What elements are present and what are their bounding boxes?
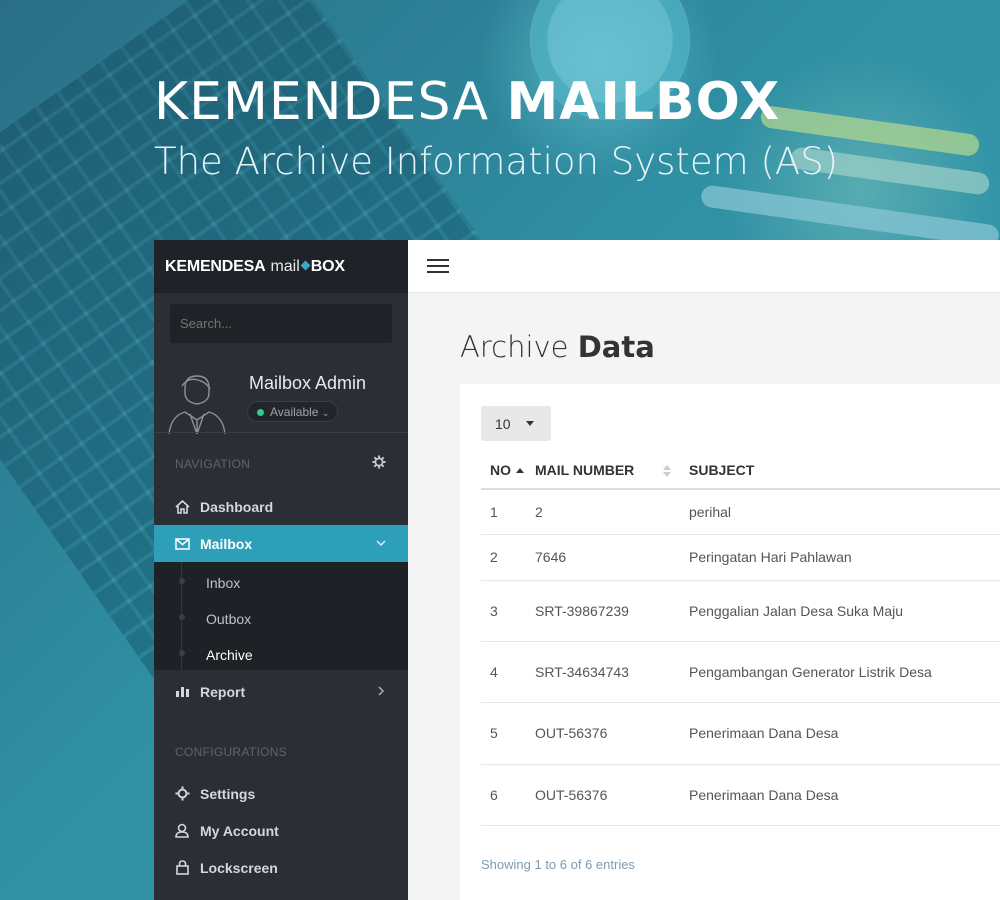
diamond-icon [300, 260, 311, 271]
section-label-navigation: NAVIGATION [175, 457, 251, 471]
cell-subject: Penggalian Jalan Desa Suka Maju [689, 580, 1000, 642]
page-title: Archive Data [460, 330, 655, 364]
sort-icon [663, 465, 671, 477]
sidebar: KEMENDESAmailBOX Mailbox Admin Available… [154, 240, 408, 900]
cell-no: 4 [481, 641, 535, 703]
cell-subject: Peringatan Hari Pahlawan [689, 534, 1000, 581]
bar-chart-icon [174, 684, 190, 700]
cell-mail-number: OUT-56376 [535, 764, 689, 826]
cell-no: 6 [481, 764, 535, 826]
chevron-down-icon: ⌄ [321, 408, 330, 418]
gear-icon [174, 786, 190, 802]
cell-subject: Penerimaan Dana Desa [689, 764, 1000, 826]
sidebar-item-mailbox[interactable]: Mailbox [154, 525, 408, 562]
main-content: Archive Data 10 NO MAIL NUMBER SUBJECT 1… [408, 240, 1000, 900]
caret-down-icon [526, 421, 534, 426]
divider [154, 432, 408, 433]
user-name: Mailbox Admin [249, 373, 367, 393]
sidebar-item-settings[interactable]: Settings [154, 775, 408, 812]
bullet-icon [179, 614, 185, 620]
avatar-icon [168, 375, 226, 434]
cell-mail-number: OUT-56376 [535, 702, 689, 765]
cell-mail-number: 2 [535, 489, 689, 535]
pen-graphic [699, 184, 1000, 248]
sort-asc-icon [515, 467, 524, 473]
cell-no: 1 [481, 489, 535, 535]
table-row[interactable]: 3 SRT-39867239 Penggalian Jalan Desa Suk… [481, 580, 1000, 642]
cell-subject: Penerimaan Dana Desa [689, 702, 1000, 765]
bullet-icon [179, 650, 185, 656]
chevron-down-icon [376, 540, 386, 547]
chevron-right-icon [378, 686, 385, 696]
sidebar-item-my-account[interactable]: My Account [154, 812, 408, 849]
hero-title: KEMENDESA MAILBOX [154, 72, 781, 132]
column-header-mail-number[interactable]: MAIL NUMBER [535, 451, 689, 490]
mailbox-submenu: Inbox Outbox Archive [154, 562, 408, 670]
cell-no: 5 [481, 702, 535, 765]
cell-no: 2 [481, 534, 535, 581]
sidebar-item-lockscreen[interactable]: Lockscreen [154, 849, 408, 886]
archive-table: NO MAIL NUMBER SUBJECT 1 2 perihal 2 764… [481, 451, 1000, 826]
top-bar [408, 240, 1000, 293]
section-label-configurations: CONFIGURATIONS [175, 745, 287, 759]
table-row[interactable]: 2 7646 Peringatan Hari Pahlawan [481, 534, 1000, 581]
bullet-icon [179, 578, 185, 584]
column-header-no[interactable]: NO [481, 451, 535, 490]
cell-mail-number: SRT-34634743 [535, 641, 689, 703]
page-length-select[interactable]: 10 [481, 406, 551, 441]
table-row[interactable]: 1 2 perihal [481, 489, 1000, 535]
sidebar-item-report[interactable]: Report [154, 673, 408, 710]
sidebar-item-archive[interactable]: Archive [206, 647, 253, 663]
cell-no: 3 [481, 580, 535, 642]
cell-subject: perihal [689, 489, 1000, 535]
envelope-icon [174, 536, 190, 552]
brand-logo[interactable]: KEMENDESA mail BOX [154, 240, 408, 293]
cell-mail-number: 7646 [535, 534, 689, 581]
table-header-row: NO MAIL NUMBER SUBJECT [481, 451, 1000, 490]
gear-icon[interactable] [372, 455, 386, 469]
column-header-subject[interactable]: SUBJECT [689, 451, 1000, 490]
sidebar-item-inbox[interactable]: Inbox [206, 575, 240, 591]
user-icon [174, 823, 190, 839]
lock-icon [174, 860, 190, 876]
table-info: Showing 1 to 6 of 6 entries [481, 857, 635, 872]
cell-subject: Pengambangan Generator Listrik Desa [689, 641, 1000, 703]
table-row[interactable]: 5 OUT-56376 Penerimaan Dana Desa [481, 702, 1000, 765]
sidebar-item-outbox[interactable]: Outbox [206, 611, 251, 627]
hero-subtitle: The Archive Information System (AS) [154, 140, 839, 183]
app-window: KEMENDESAmailBOX Mailbox Admin Available… [154, 240, 1000, 900]
sidebar-item-dashboard[interactable]: Dashboard [154, 488, 408, 525]
home-icon [174, 499, 190, 515]
hamburger-menu-icon[interactable] [427, 258, 449, 274]
cell-mail-number: SRT-39867239 [535, 580, 689, 642]
archive-card: 10 NO MAIL NUMBER SUBJECT 1 2 perihal 2 … [460, 384, 1000, 900]
table-row[interactable]: 4 SRT-34634743 Pengambangan Generator Li… [481, 641, 1000, 703]
user-panel: Mailbox Admin Available ⌄ [154, 360, 408, 434]
search-input[interactable] [170, 304, 392, 343]
table-row[interactable]: 6 OUT-56376 Penerimaan Dana Desa [481, 764, 1000, 826]
status-badge[interactable]: Available ⌄ [247, 401, 339, 422]
